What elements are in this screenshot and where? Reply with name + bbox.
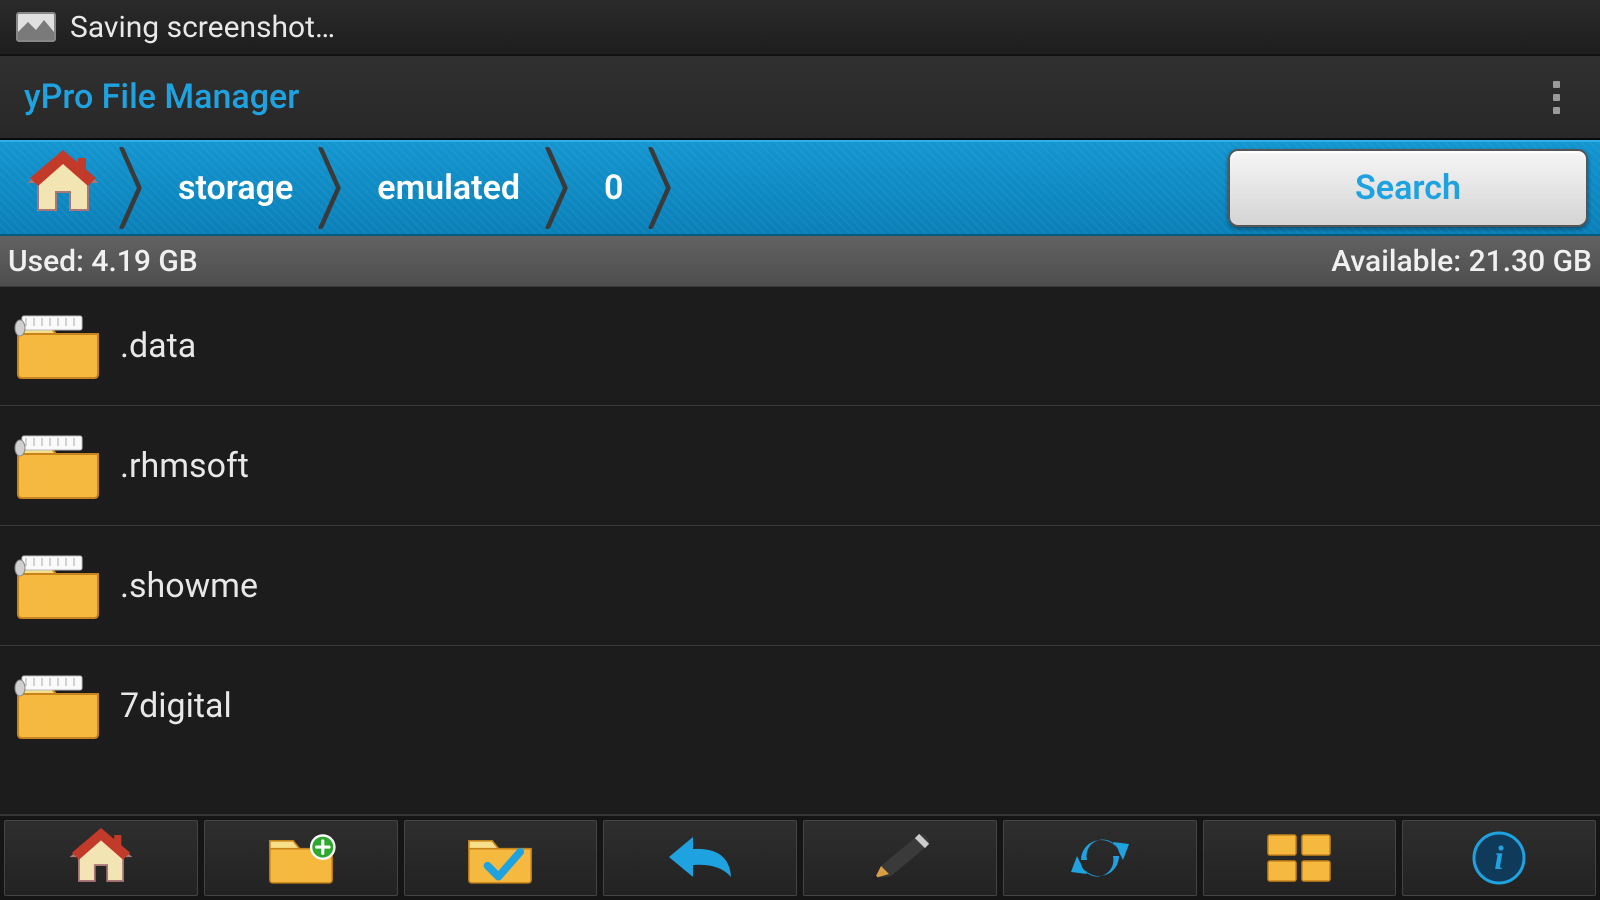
back-button[interactable] [603, 820, 797, 896]
overflow-menu-icon[interactable] [1536, 81, 1576, 114]
used-label: Used: 4.19 GB [8, 244, 198, 279]
breadcrumb-item-emulated[interactable]: emulated [357, 168, 540, 208]
info-icon: i [1472, 831, 1526, 885]
file-name: .showme [120, 566, 258, 606]
home-button[interactable] [4, 820, 198, 896]
breadcrumb-home[interactable] [12, 150, 114, 227]
breadcrumb-item-0[interactable]: 0 [584, 168, 643, 208]
list-item[interactable]: .showme [0, 526, 1600, 646]
new-folder-button[interactable] [204, 820, 398, 896]
list-item[interactable]: .rhmsoft [0, 406, 1600, 526]
file-name: .rhmsoft [120, 446, 249, 486]
file-name: 7digital [120, 686, 232, 726]
folder-icon [8, 670, 108, 742]
storage-usage-bar: Used: 4.19 GB Available: 21.30 GB [0, 236, 1600, 286]
edit-button[interactable] [803, 820, 997, 896]
view-button[interactable] [1203, 820, 1397, 896]
status-bar: Saving screenshot… [0, 0, 1600, 56]
app-title: yPro File Manager [24, 77, 1536, 117]
breadcrumb-separator [321, 149, 349, 227]
available-label: Available: 21.30 GB [1331, 244, 1592, 279]
breadcrumb-separator [548, 149, 576, 227]
pencil-icon [867, 830, 933, 886]
home-icon [66, 828, 136, 888]
info-button[interactable]: i [1402, 820, 1596, 896]
app-bar: yPro File Manager [0, 56, 1600, 140]
breadcrumb-item-storage[interactable]: storage [158, 168, 313, 208]
search-button[interactable]: Search [1228, 149, 1588, 227]
breadcrumb: storage emulated 0 [12, 149, 1228, 227]
select-icon [464, 830, 536, 886]
home-icon [24, 150, 102, 218]
status-text: Saving screenshot… [70, 10, 335, 45]
folder-icon [8, 430, 108, 502]
sync-button[interactable] [1003, 820, 1197, 896]
sync-icon [1069, 830, 1131, 886]
select-button[interactable] [404, 820, 598, 896]
view-grid-icon [1266, 833, 1332, 883]
new-folder-icon [265, 830, 337, 886]
back-arrow-icon [665, 833, 735, 883]
list-item[interactable]: .data [0, 286, 1600, 406]
file-list[interactable]: .data .rhmsoft [0, 286, 1600, 814]
folder-icon [8, 310, 108, 382]
gallery-icon [16, 11, 56, 43]
bottom-toolbar: i [0, 814, 1600, 900]
folder-icon [8, 550, 108, 622]
list-item[interactable]: 7digital [0, 646, 1600, 766]
breadcrumb-separator [122, 149, 150, 227]
svg-text:i: i [1494, 840, 1504, 877]
file-name: .data [120, 326, 196, 366]
breadcrumb-separator [651, 149, 679, 227]
breadcrumb-bar: storage emulated 0 Search [0, 140, 1600, 236]
